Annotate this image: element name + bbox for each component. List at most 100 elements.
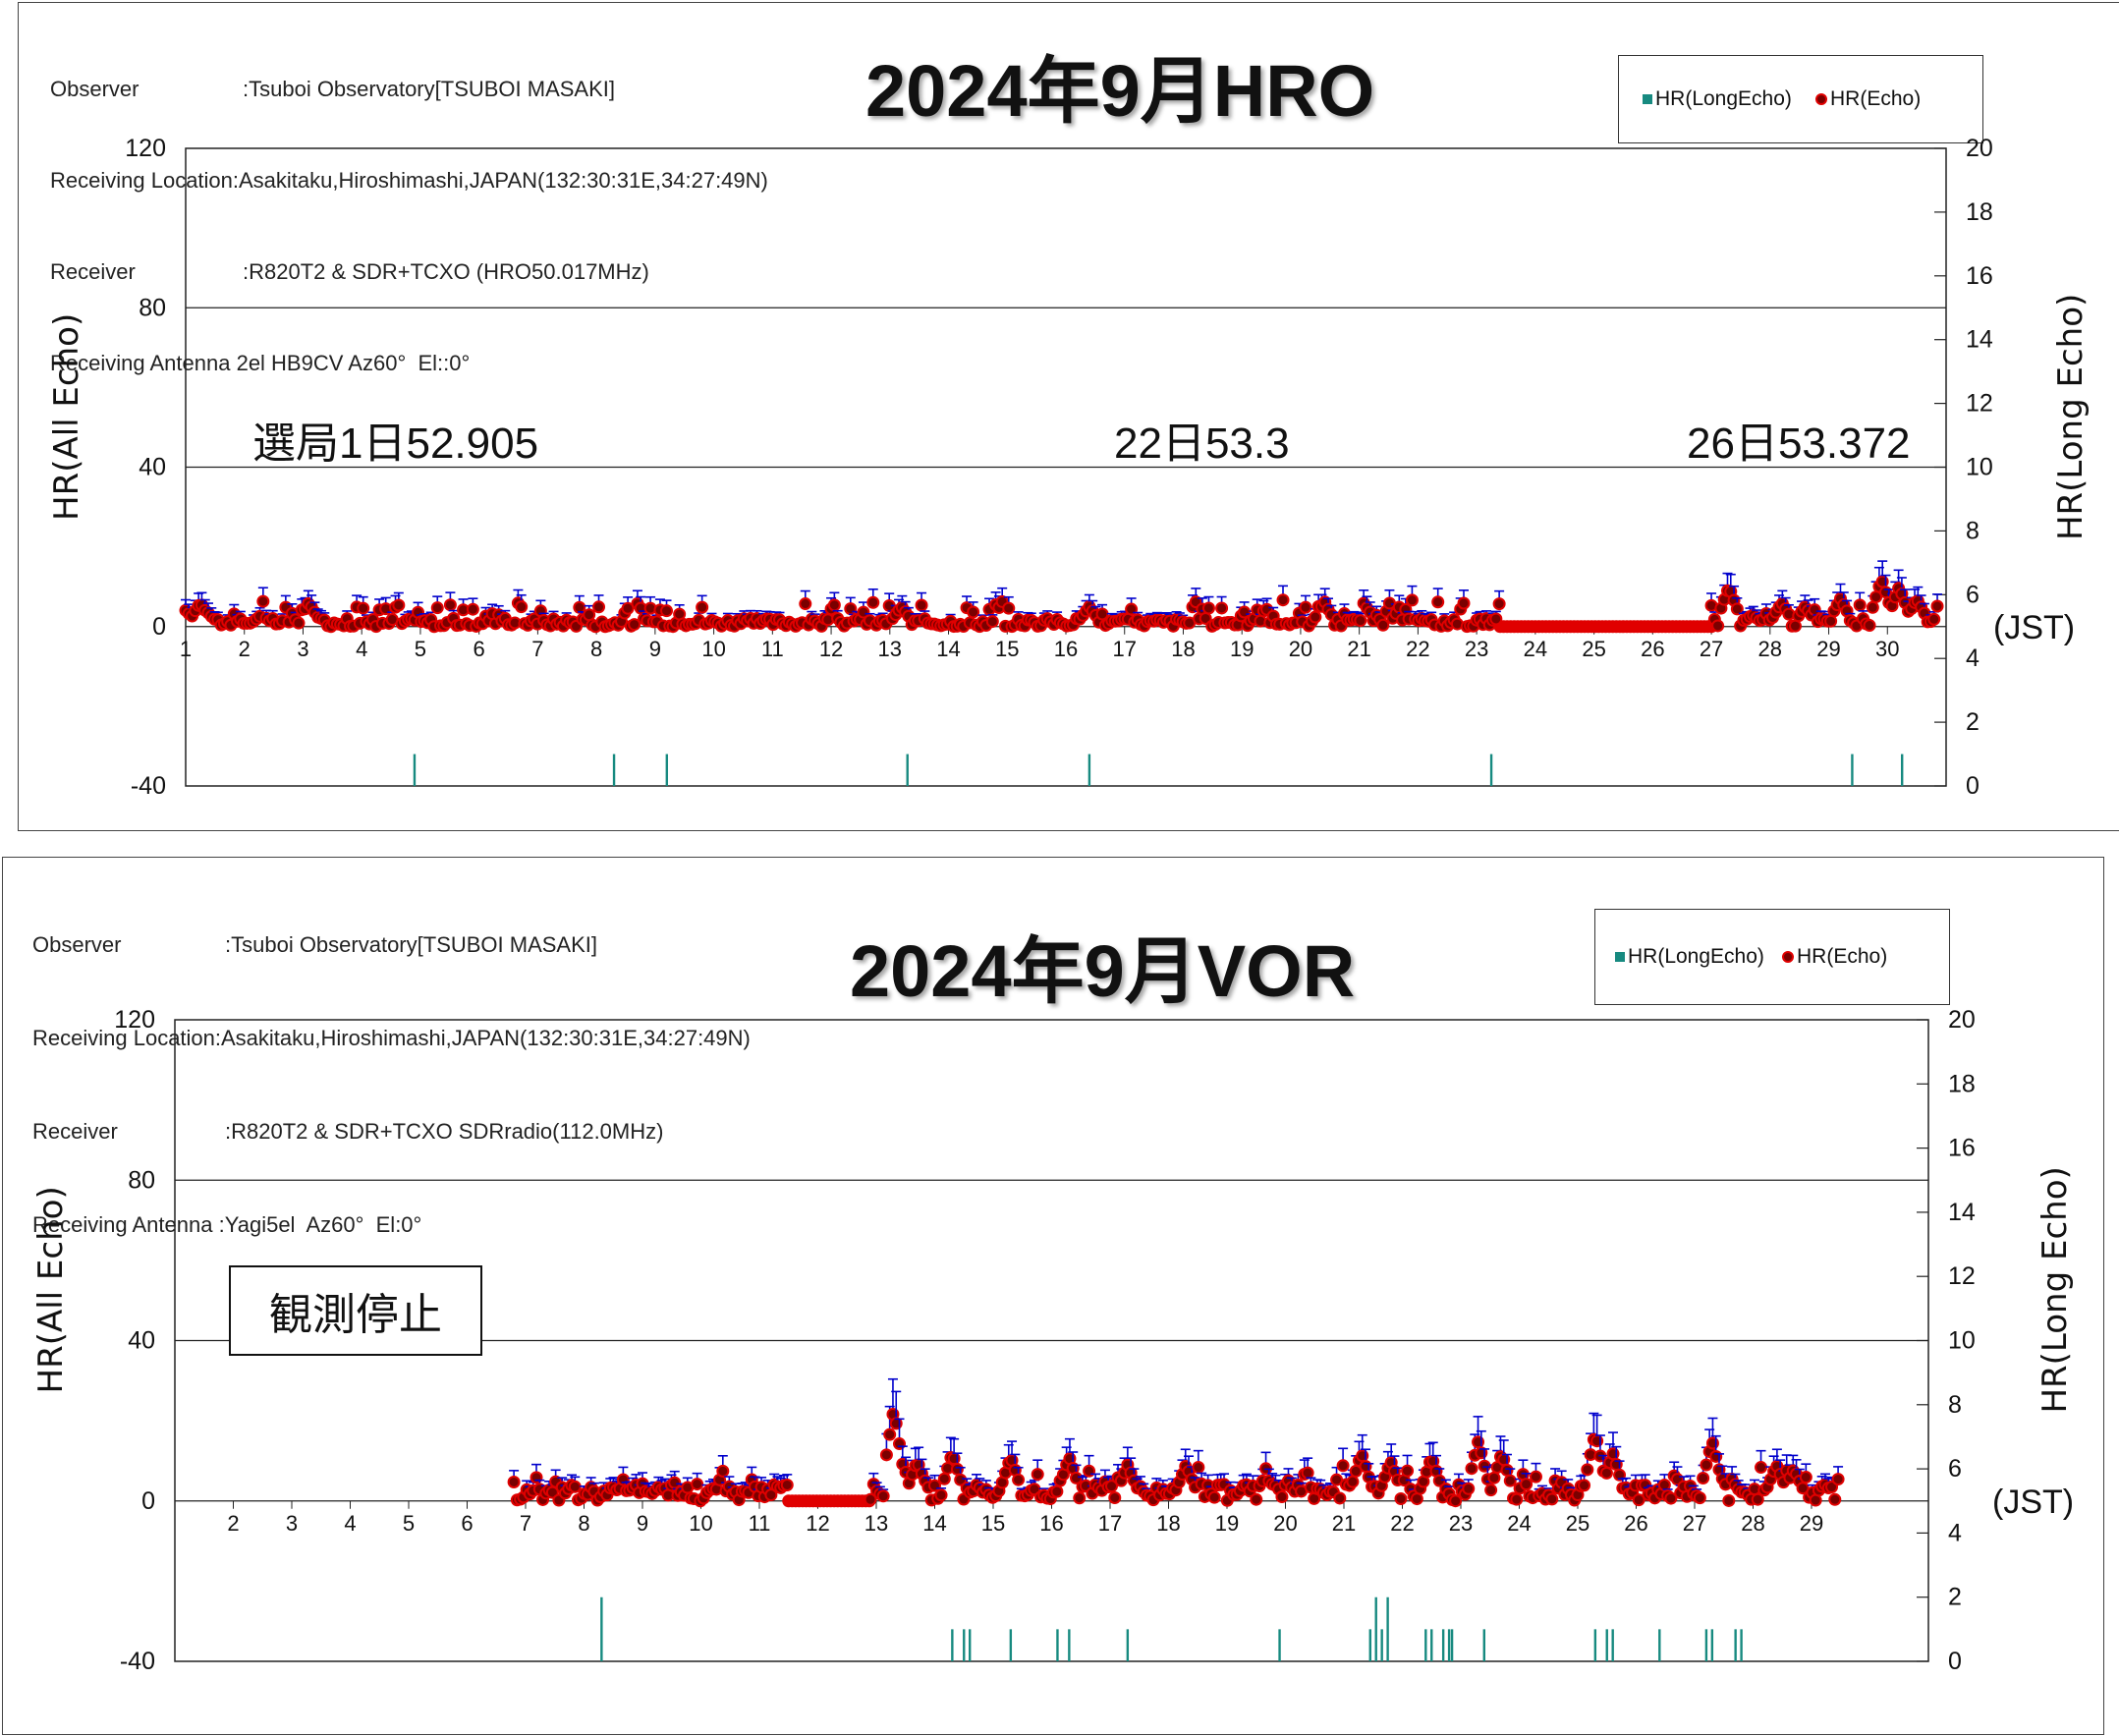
echo-point	[1799, 1471, 1812, 1484]
echo-point	[1465, 1462, 1478, 1476]
y2-axis-label: HR(Long Echo)	[2051, 294, 2091, 540]
x-tick-label: 14	[922, 1511, 946, 1536]
echo-point	[937, 1472, 951, 1485]
echo-point	[1828, 1492, 1842, 1506]
y-tick-label: 120	[114, 1006, 155, 1034]
echo-point	[876, 1489, 890, 1503]
y2-tick-label: 10	[1948, 1327, 1976, 1355]
x-tick-label: 15	[981, 1511, 1005, 1536]
x-unit-label: (JST)	[1992, 1484, 2074, 1521]
annotation-tuning-1: 選局1日52.905	[252, 420, 539, 468]
echo-point	[1012, 1473, 1026, 1486]
x-tick-label: 25	[1566, 1511, 1589, 1536]
x-tick-label: 18	[1171, 637, 1195, 661]
echo-point	[1309, 610, 1322, 624]
echo-point	[1824, 614, 1838, 628]
x-tick-label: 2	[239, 637, 251, 661]
echo-point	[568, 1480, 582, 1493]
y-tick-label: -40	[120, 1648, 155, 1675]
echo-point	[292, 616, 306, 630]
echo-point	[780, 1478, 794, 1491]
echo-point	[1520, 1478, 1533, 1491]
echo-point	[1301, 1466, 1314, 1480]
hro-chart-panel: Observer:Tsuboi Observatory[TSUBOI MASAK…	[18, 2, 2119, 831]
y2-tick-label: 2	[1948, 1584, 1962, 1611]
x-tick-label: 21	[1347, 637, 1370, 661]
x-tick-label: 7	[531, 637, 543, 661]
echo-point	[1529, 1470, 1542, 1484]
y-tick-label: 0	[141, 1487, 155, 1515]
x-tick-label: 10	[689, 1511, 712, 1536]
x-tick-label: 21	[1332, 1511, 1356, 1536]
echo-point	[430, 601, 444, 615]
y2-tick-label: 16	[1948, 1135, 1976, 1162]
echo-point	[1002, 601, 1016, 615]
x-tick-label: 2	[227, 1511, 239, 1536]
x-tick-label: 19	[1215, 1511, 1239, 1536]
echo-point	[1545, 1492, 1559, 1506]
x-tick-label: 24	[1507, 1511, 1531, 1536]
y2-tick-label: 20	[1966, 135, 1993, 162]
echo-point	[1693, 1491, 1706, 1505]
y2-tick-label: 12	[1948, 1262, 1976, 1290]
echo-point	[691, 1478, 704, 1491]
y2-tick-label: 14	[1966, 326, 1993, 354]
y2-tick-label: 2	[1966, 708, 1980, 736]
echo-point	[357, 601, 370, 615]
y2-tick-label: 18	[1966, 198, 1993, 226]
y-axis-label: HR(All Echo)	[31, 1186, 71, 1393]
echo-point	[1431, 595, 1445, 609]
echo-point	[1489, 612, 1503, 626]
x-tick-label: 9	[649, 637, 661, 661]
echo-point	[879, 1448, 893, 1462]
x-tick-label: 13	[864, 1511, 888, 1536]
x-tick-label: 18	[1156, 1511, 1180, 1536]
x-tick-label: 5	[415, 637, 426, 661]
echo-point	[1487, 1471, 1501, 1484]
echo-point	[515, 600, 529, 614]
echo-point	[1578, 1479, 1591, 1492]
x-tick-label: 8	[578, 1511, 589, 1536]
x-tick-label: 3	[286, 1511, 298, 1536]
echo-point	[1050, 1484, 1064, 1498]
echo-point	[716, 1464, 730, 1478]
echo-point	[1711, 619, 1725, 633]
echo-point	[1276, 593, 1290, 607]
echo-point	[799, 597, 812, 611]
echo-point	[1405, 593, 1419, 607]
annotation-tuning-22: 22日53.3	[1114, 420, 1290, 468]
x-tick-label: 28	[1741, 1511, 1764, 1536]
echo-point	[1927, 612, 1941, 626]
echo-point	[1484, 1484, 1498, 1497]
x-tick-label: 24	[1524, 637, 1547, 661]
y2-tick-label: 0	[1966, 772, 1980, 800]
echo-point	[1930, 599, 1944, 613]
echo-point	[1581, 1463, 1594, 1477]
echo-point	[1108, 1490, 1122, 1504]
x-tick-label: 8	[590, 637, 602, 661]
y-tick-label: -40	[131, 772, 166, 800]
x-tick-label: 22	[1406, 637, 1429, 661]
x-tick-label: 14	[936, 637, 960, 661]
x-tick-label: 19	[1230, 637, 1254, 661]
annotation-observation-stopped: 観測停止	[229, 1265, 482, 1356]
echo-point	[866, 595, 880, 609]
echo-point	[1700, 1458, 1713, 1472]
y2-tick-label: 20	[1948, 1006, 1976, 1034]
echo-point	[1333, 1491, 1347, 1505]
x-tick-label: 11	[761, 637, 784, 661]
echo-point	[1275, 1490, 1289, 1504]
echo-point	[1863, 619, 1876, 633]
echo-point	[1354, 614, 1367, 628]
x-tick-label: 25	[1582, 637, 1605, 661]
echo-point	[915, 598, 928, 612]
echo-point	[1031, 1468, 1044, 1482]
x-tick-label: 29	[1800, 1511, 1823, 1536]
x-tick-label: 23	[1465, 637, 1488, 661]
y2-tick-label: 10	[1966, 454, 1993, 481]
x-tick-label: 26	[1641, 637, 1664, 661]
echo-point	[1073, 1491, 1087, 1505]
annotation-tuning-26: 26日53.372	[1687, 420, 1911, 468]
y2-tick-label: 6	[1966, 581, 1980, 608]
echo-point	[1510, 1492, 1524, 1506]
